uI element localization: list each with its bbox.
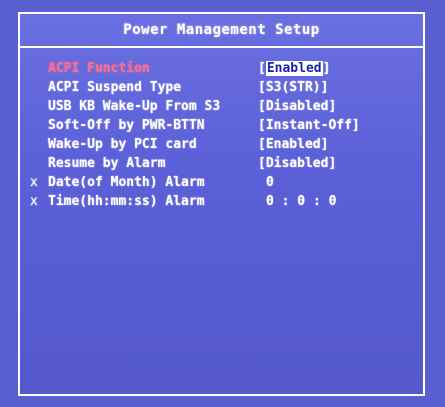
setting-row-acpi-function[interactable]: ACPI Function [Enabled] (20, 60, 423, 79)
setting-row-usb-kb-wake-up[interactable]: USB KB Wake-Up From S3 [Disabled] (20, 98, 423, 117)
setting-value-field[interactable]: [Disabled] (258, 99, 336, 114)
setting-value-field[interactable]: [S3(STR)] (258, 80, 328, 95)
setup-panel: Power Management Setup ACPI Function [En… (18, 12, 425, 396)
unavailable-marker: x (30, 194, 38, 209)
setting-label: Date(of Month) Alarm (48, 175, 205, 190)
setting-value-field[interactable]: [Disabled] (258, 156, 336, 171)
setting-row-resume-by-alarm[interactable]: Resume by Alarm [Disabled] (20, 155, 423, 174)
setting-label: Time(hh:mm:ss) Alarm (48, 194, 205, 209)
title-bar: Power Management Setup (20, 14, 423, 48)
settings-list: ACPI Function [Enabled] ACPI Suspend Typ… (20, 60, 423, 212)
setting-value[interactable]: S3(STR) (266, 80, 321, 95)
setting-value: 0 : 0 : 0 (266, 194, 337, 209)
setting-value-field[interactable]: [Enabled] (258, 137, 328, 152)
bios-screen: Power Management Setup ACPI Function [En… (0, 0, 445, 407)
setting-label: USB KB Wake-Up From S3 (48, 99, 221, 114)
setting-value: 0 (266, 175, 274, 190)
setting-value[interactable]: Enabled (265, 61, 323, 76)
setting-value[interactable]: Disabled (266, 99, 329, 114)
setting-row-time-alarm: x Time(hh:mm:ss) Alarm 0 : 0 : 0 (20, 193, 423, 212)
setting-label: Resume by Alarm (48, 156, 166, 171)
page-title: Power Management Setup (123, 22, 320, 38)
setting-label: Soft-Off by PWR-BTTN (48, 118, 205, 133)
setting-value[interactable]: Instant-Off (266, 118, 352, 133)
setting-row-wake-up-by-pci-card[interactable]: Wake-Up by PCI card [Enabled] (20, 136, 423, 155)
setting-label: ACPI Suspend Type (48, 80, 182, 95)
setting-label: ACPI Function (48, 61, 150, 76)
unavailable-marker: x (30, 175, 38, 190)
setting-value[interactable]: Disabled (266, 156, 329, 171)
setting-row-date-alarm: x Date(of Month) Alarm 0 (20, 174, 423, 193)
setting-row-soft-off-by-pwr-bttn[interactable]: Soft-Off by PWR-BTTN [Instant-Off] (20, 117, 423, 136)
setting-value[interactable]: Enabled (266, 137, 321, 152)
setting-value-field[interactable]: [Instant-Off] (258, 118, 360, 133)
setting-label: Wake-Up by PCI card (48, 137, 197, 152)
setting-value-field[interactable]: [Enabled] (258, 61, 330, 76)
setting-row-acpi-suspend-type[interactable]: ACPI Suspend Type [S3(STR)] (20, 79, 423, 98)
